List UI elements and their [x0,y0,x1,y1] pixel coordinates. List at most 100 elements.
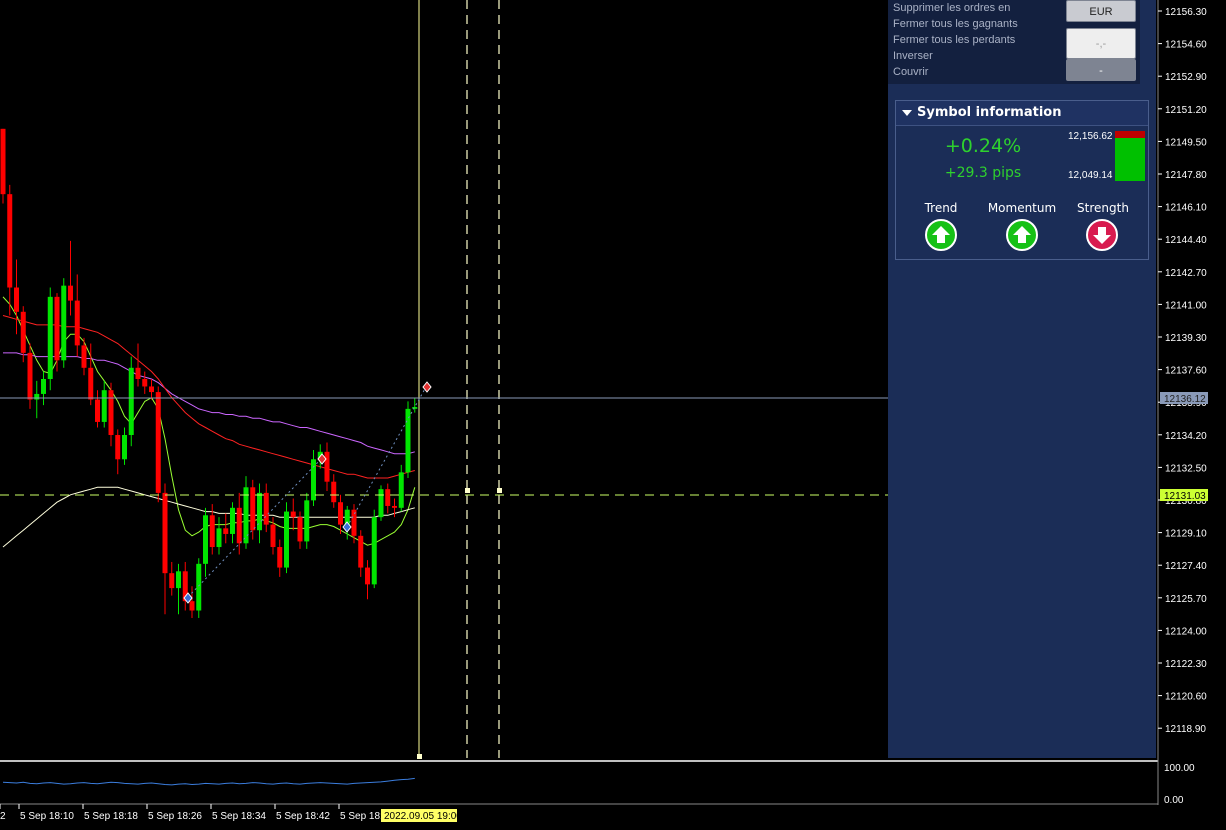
order-actions-panel: Supprimer les ordres en Fermer tous les … [888,0,1140,84]
candle-body [230,507,235,534]
candle-body [122,435,127,460]
candle [365,560,370,600]
profit-value-button-secondary[interactable]: - [1066,59,1136,81]
time-tick-label: 5 Sep 18: [340,811,383,822]
candle [257,483,262,544]
candle [135,343,141,387]
candle [182,561,188,611]
candle-body [297,517,303,542]
price-tick-label: 12146.10 [1165,203,1207,214]
current-price-label: 12136.12 [1164,394,1206,405]
candle [203,507,208,577]
arrow-up-icon [932,226,950,243]
candle-body [236,507,242,544]
price-tick-label: 12120.60 [1165,692,1207,703]
strength-label: Strength [1077,201,1129,215]
range-bar [1115,131,1145,181]
oscillator-line [2,777,415,786]
candle [162,483,168,615]
symbol-info-header[interactable]: Symbol information [896,101,1148,126]
candle-body [149,386,154,393]
trading-panel: Supprimer les ordres en Fermer tous les … [888,0,1156,758]
price-tick-label: 12137.60 [1165,366,1207,377]
candle [169,561,175,596]
price-tick-label: 12129.10 [1165,529,1207,540]
candle [250,479,256,540]
candle [108,382,114,447]
candle-body [365,567,370,585]
candle [324,442,330,492]
candle-body [290,511,296,518]
candle [176,563,181,615]
cursor-marker[interactable] [417,754,422,759]
candle-body [203,515,208,564]
candle-body [385,489,391,506]
candle [311,449,316,506]
candle [398,464,404,512]
price-tick-label: 12144.40 [1165,235,1207,246]
price-chart[interactable] [0,0,888,759]
price-tick-label: 12127.40 [1165,561,1207,572]
candle [284,502,289,574]
candle [122,427,127,465]
candle-body [270,524,276,548]
candle [115,429,121,475]
hedge-item[interactable]: Couvrir [893,66,928,78]
price-tick-label: 12154.60 [1165,40,1207,51]
candle [263,483,269,533]
time-tick-label: 5 Sep 18:42 [276,811,330,822]
candle [81,337,87,376]
collapse-triangle-icon[interactable] [902,110,912,118]
price-tick-label: 12142.70 [1165,268,1207,279]
candle-body [169,573,175,589]
buy-arrow-icon [342,521,352,533]
range-bar-fill [1115,137,1145,181]
range-high-label: 12,156.62 [1068,131,1113,142]
candle-body [115,435,121,460]
time-tick-label: 5 Sep 18:34 [212,811,266,822]
candle-body [61,285,67,361]
price-tick-label: 12152.90 [1165,72,1207,83]
time-highlight-label: 2022.09.05 19:00 [384,811,462,822]
candle [230,502,235,544]
time-axis[interactable]: 2 5 Sep 18:10 5 Sep 18:18 5 Sep 18:26 5 Sep … [0,804,383,822]
price-axis[interactable]: 12156.30 12154.60 12152.90 12151.20 12149.50… [1158,7,1207,735]
oscillator-subwindow [2,777,415,786]
candle [338,494,343,534]
close-winners-item[interactable]: Fermer tous les gagnants [893,18,1018,30]
profit-value-button[interactable]: -,- [1066,28,1136,59]
price-tick-label: 12125.70 [1165,594,1207,605]
candle-body [128,367,134,436]
range-low-label: 12,049.14 [1068,170,1113,181]
arrow-up-icon [1013,226,1031,243]
time-tick-label: 5 Sep 18:10 [20,811,74,822]
candle-body [324,451,330,482]
candle [68,240,73,316]
reverse-item[interactable]: Inverser [893,50,933,62]
candle-body [405,408,411,473]
close-losers-item[interactable]: Fermer tous les perdants [893,34,1015,46]
candle [34,380,40,419]
symbol-info-title: Symbol information [917,105,1062,120]
currency-button[interactable]: EUR [1066,0,1136,22]
candle [358,530,364,577]
candle-body [216,528,222,548]
candle-body [101,390,107,422]
candle-body [0,128,6,195]
candle-body [54,296,60,361]
delete-pending-orders-item[interactable]: Supprimer les ordres en [893,2,1010,14]
candle-body [155,392,161,493]
candle-body [7,194,13,288]
candle-body [88,367,94,400]
level-marker-1[interactable] [465,488,470,493]
candle [7,184,13,316]
candle-body [20,311,26,353]
level-marker-2[interactable] [497,488,502,493]
candle-body [95,399,100,422]
candle [223,513,229,544]
candle [351,504,357,544]
price-tick-label: 12151.20 [1165,105,1207,116]
candle [331,474,337,508]
candle-body [284,511,289,568]
price-tick-label: 12139.30 [1165,333,1207,344]
